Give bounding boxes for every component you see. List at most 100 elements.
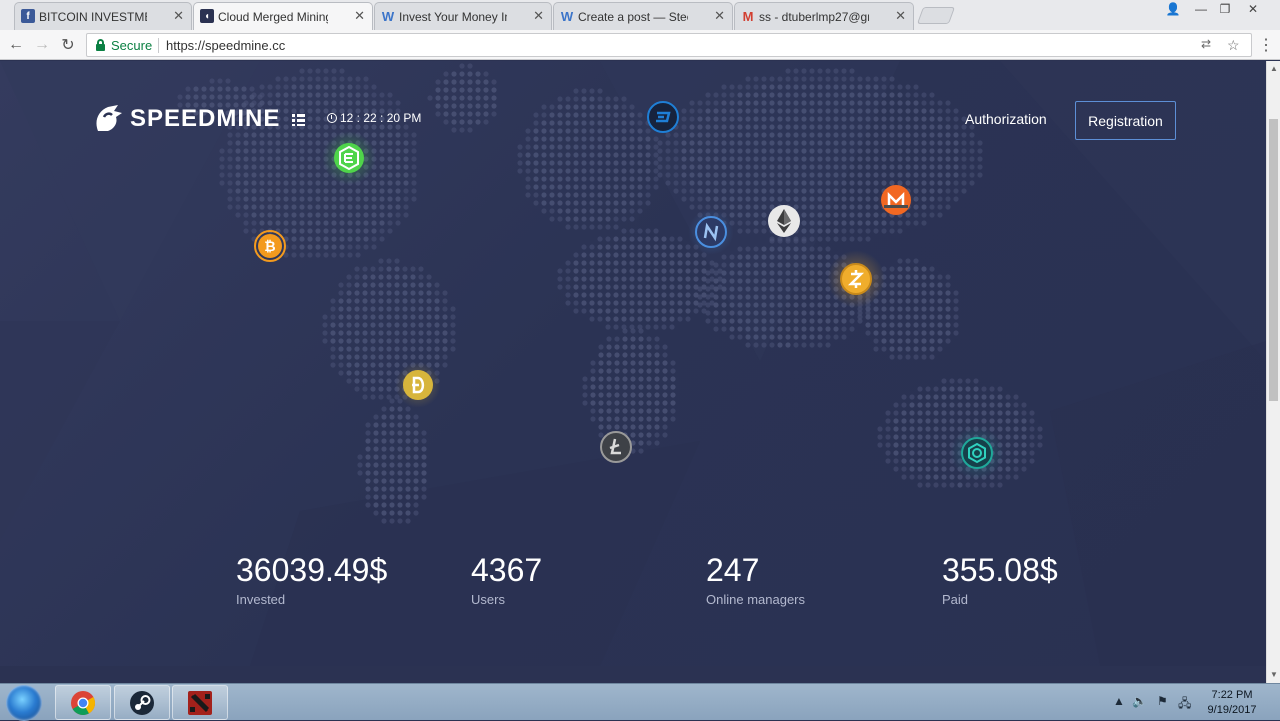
restore-icon[interactable]: ❐ [1212,0,1238,18]
scroll-up-icon[interactable]: ▲ [1267,61,1280,75]
brand-logo[interactable]: SPEEDMINE [92,103,280,135]
litecoin-marker[interactable] [599,430,633,464]
system-clock[interactable]: 7:22 PM 9/19/2017 [1198,688,1266,718]
new-tab-button[interactable] [916,7,956,24]
chrome-menu-icon[interactable]: ⋮ [1256,35,1276,55]
stat-label: Invested [236,592,286,607]
tab-title: Create a post — Steemit [578,9,688,24]
facebook-icon: f [21,9,35,23]
page-hero: SPEEDMINE 12 : 22 : 20 PM Authorization … [0,61,1266,666]
tray-expand-icon[interactable]: ▲ [1113,694,1125,708]
secure-label: Secure [111,38,153,53]
steemit-icon: W [560,8,574,24]
zcash-marker[interactable] [827,250,885,308]
stat-value: 4367 [471,552,543,588]
chrome-icon [71,690,96,715]
nem-icon [695,216,727,248]
tab-facebook[interactable]: f BITCOIN INVESTMENTS | Facebook ✕ [14,2,192,30]
vertical-scrollbar[interactable]: ▲ ▼ [1266,61,1280,683]
gmail-icon: M [742,8,754,24]
translate-icon[interactable]: ⇄ [1201,37,1211,51]
tab-gmail[interactable]: M ss - dtuberlmp27@gmail.com ✕ [734,2,914,30]
close-window-icon[interactable]: ✕ [1240,0,1266,18]
bytecoin-marker[interactable] [950,426,1004,480]
system-date: 9/19/2017 [1207,704,1257,716]
stat-label: Paid [942,592,969,607]
windows-taskbar: ▲ 🔈 ⚑ 🖧 7:22 PM 9/19/2017 [0,683,1280,721]
minimize-icon[interactable]: — [1188,0,1214,18]
scroll-down-icon[interactable]: ▼ [1267,667,1280,681]
clock-time: 12 : 22 : 20 PM [340,111,422,125]
close-tab-icon[interactable]: ✕ [173,8,184,24]
bitcoin-marker[interactable]: ₿ [253,229,287,263]
svg-text:₿: ₿ [264,238,275,254]
stat-value: 36039.49$ [236,552,388,588]
stat-label: Users [471,592,505,607]
bitcoin-icon: ₿ [254,230,286,262]
steemit-icon: W [381,8,395,24]
stat-label: Online managers [706,592,805,607]
dogecoin-icon [403,370,433,400]
network-icon[interactable]: 🖧 [1178,694,1191,715]
nem-marker[interactable] [688,209,734,255]
stat-value: 355.08$ [942,552,1058,588]
zcash-icon [840,263,872,295]
stat-invested: 36039.49$ Invested [236,552,387,607]
tab-title: Invest Your Money In Trading [399,9,507,24]
page-bottom-strip [0,666,1266,683]
system-time: 7:22 PM [1211,689,1253,701]
dash-icon [647,101,679,133]
lock-icon [96,39,105,51]
ethereum-icon [768,205,800,237]
stat-online-managers: 247 Online managers [706,552,805,607]
stat-users: 4367 Users [471,552,542,607]
start-button[interactable] [6,685,42,721]
server-clock: 12 : 22 : 20 PM [327,111,421,125]
tab-title: Cloud Merged Mining [218,9,328,24]
url-text[interactable]: https://speedmine.cc [166,38,285,53]
bookmark-star-icon[interactable]: ☆ [1227,37,1240,54]
taskbar-dota2[interactable] [172,685,228,720]
ethereum-marker[interactable] [766,203,802,239]
clock-icon [327,113,337,123]
tab-speedmine[interactable]: ◖ Cloud Merged Mining ✕ [193,2,373,30]
reload-icon[interactable]: ↻ [58,35,78,55]
dash-marker[interactable] [646,100,680,134]
authorization-link[interactable]: Authorization [965,111,1047,127]
tab-title: BITCOIN INVESTMENTS | Facebook [39,9,147,24]
browser-toolbar: ← → ↻ Secure https://speedmine.cc ⇄ ☆ ⋮ [0,30,1280,60]
speedmine-icon: ◖ [200,9,214,23]
emercoin-icon [334,143,364,173]
monero-icon [881,185,911,215]
tab-title: ss - dtuberlmp27@gmail.com [759,9,869,24]
tab-steemit[interactable]: W Create a post — Steemit ✕ [553,2,733,30]
scrollbar-thumb[interactable] [1269,119,1278,401]
taskbar-steam[interactable] [114,685,170,720]
taskbar-chrome[interactable] [55,685,111,720]
profile-icon[interactable]: 👤 [1160,0,1186,18]
back-icon[interactable]: ← [6,35,26,55]
stat-value: 247 [706,552,760,588]
bytecoin-icon [961,437,993,469]
close-tab-icon[interactable]: ✕ [354,8,365,24]
close-tab-icon[interactable]: ✕ [714,8,725,24]
dota2-icon [188,690,212,715]
horse-logo-icon [96,105,122,131]
registration-button[interactable]: Registration [1075,101,1176,140]
forward-icon[interactable]: → [32,35,52,55]
menu-grid-icon[interactable] [292,114,305,126]
stat-paid: 355.08$ Paid [942,552,1058,607]
emercoin-marker[interactable] [322,131,376,185]
close-tab-icon[interactable]: ✕ [895,8,906,24]
volume-icon[interactable]: 🔈 [1132,694,1147,708]
world-map-dots [177,63,1043,524]
monero-marker[interactable] [878,182,914,218]
action-center-flag-icon[interactable]: ⚑ [1157,694,1168,708]
close-tab-icon[interactable]: ✕ [533,8,544,24]
browser-tab-strip: f BITCOIN INVESTMENTS | Facebook ✕ ◖ Clo… [0,0,1280,30]
address-bar[interactable]: Secure https://speedmine.cc ⇄ ☆ [86,33,1252,57]
omnibox-divider [158,38,159,53]
dogecoin-marker[interactable] [395,362,441,408]
tab-invest[interactable]: W Invest Your Money In Trading ✕ [374,2,552,30]
litecoin-icon [600,431,632,463]
